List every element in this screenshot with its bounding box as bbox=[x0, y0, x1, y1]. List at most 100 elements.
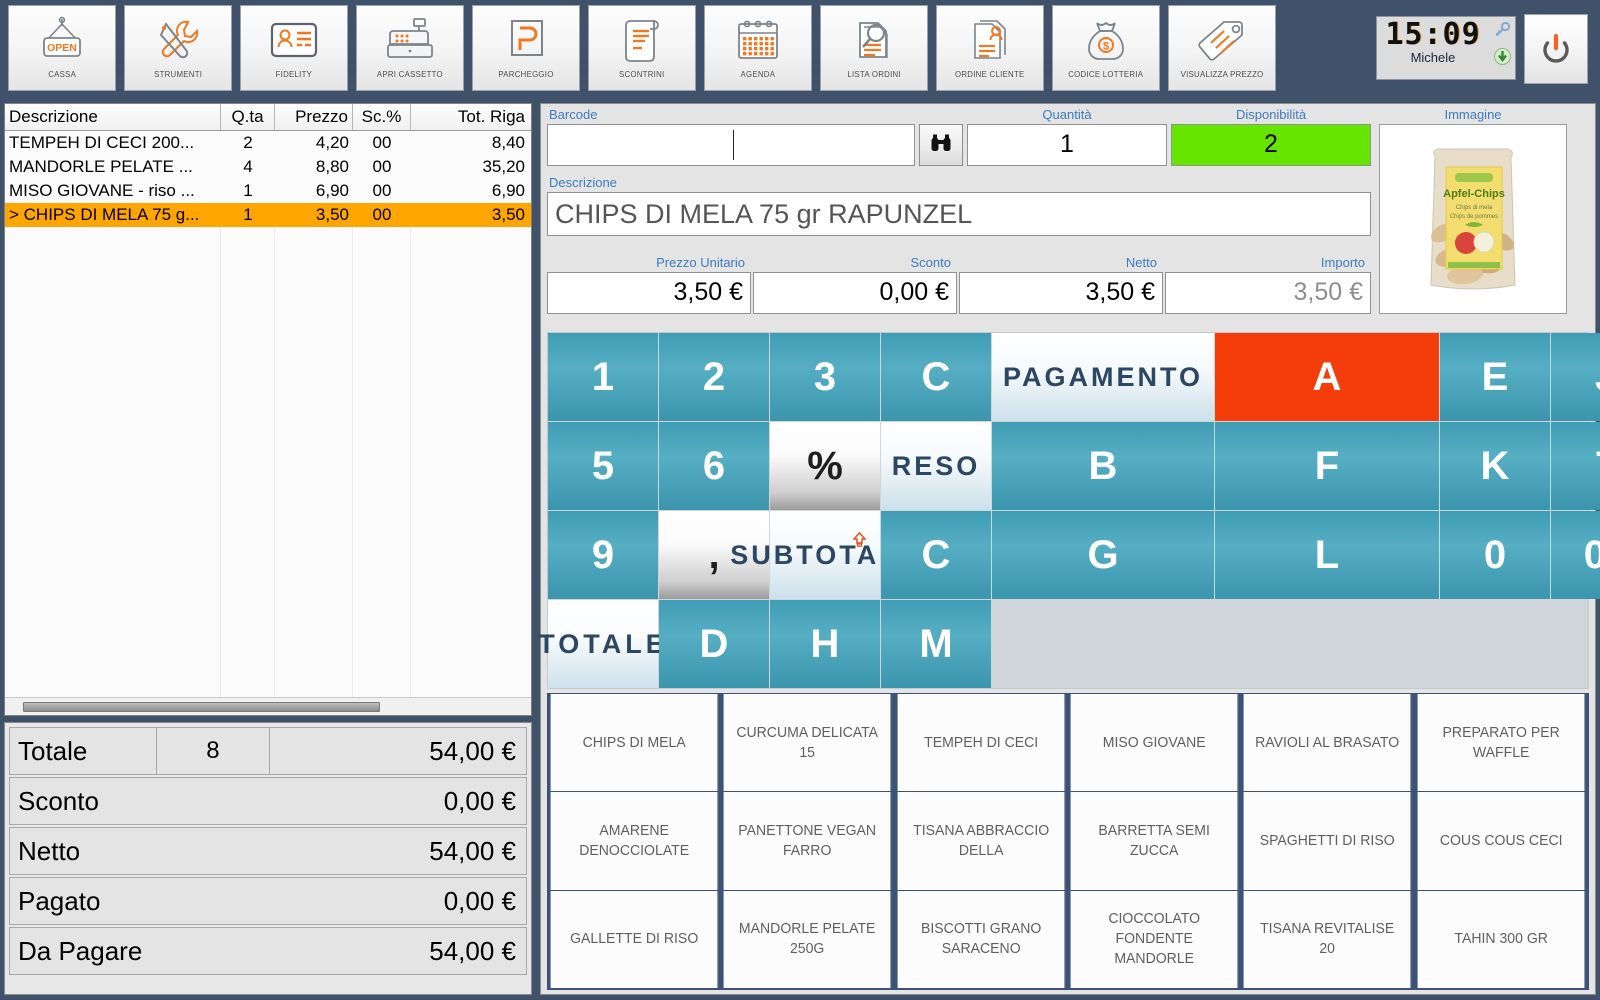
keypad-key-6[interactable]: 6 bbox=[659, 422, 769, 510]
keypad-key-label: 1 bbox=[591, 354, 615, 399]
quick-product-button[interactable]: CURCUMA DELICATA 15 bbox=[723, 694, 893, 793]
toolbar-button-fidelity[interactable]: FIDELITY bbox=[240, 5, 348, 91]
numeric-keypad: 123CPAGAMENTOAEJ456%RESOBFK789,SUBTOTALE… bbox=[538, 332, 1600, 689]
quick-product-button[interactable]: MANDORLE PELATE 250G bbox=[723, 890, 893, 989]
quick-product-button[interactable]: TEMPEH DI CECI bbox=[897, 694, 1066, 793]
keypad-key-h[interactable]: H bbox=[770, 600, 880, 688]
keypad-key-d[interactable]: D bbox=[659, 600, 769, 688]
totals-row-pagato: Pagato 0,00 € bbox=[9, 877, 527, 925]
quick-product-button[interactable]: AMARENE DENOCCIOLATE bbox=[550, 792, 719, 891]
row-totale: 6,90 bbox=[491, 181, 525, 200]
disponibilita-value: 2 bbox=[1171, 124, 1371, 166]
quantita-input[interactable]: 1 bbox=[967, 124, 1167, 166]
keypad-key-g[interactable]: G bbox=[992, 511, 1214, 599]
table-row[interactable]: MANDORLE PELATE ... 4 8,80 00 35,20 bbox=[5, 155, 531, 179]
search-button[interactable] bbox=[919, 124, 963, 166]
table-row[interactable]: > CHIPS DI MELA 75 g... 1 3,50 00 3,50 bbox=[5, 203, 531, 227]
row-totale: 8,40 bbox=[491, 133, 525, 152]
keypad-key-00[interactable]: 00 bbox=[1551, 511, 1600, 599]
descrizione-input[interactable]: CHIPS DI MELA 75 gr RAPUNZEL bbox=[547, 192, 1371, 236]
totals-row-netto: Netto 54,00 € bbox=[9, 827, 527, 875]
receipt-horizontal-scrollbar[interactable] bbox=[5, 697, 531, 715]
keypad-key-7[interactable]: 7 bbox=[1551, 422, 1600, 510]
quick-product-button[interactable]: CIOCCOLATO FONDENTE MANDORLE bbox=[1070, 890, 1239, 989]
keypad-key-l[interactable]: L bbox=[1215, 511, 1439, 599]
toolbar-button-visualizza-prezzo[interactable]: VISUALIZZA PREZZO bbox=[1168, 5, 1276, 91]
quick-product-button[interactable]: PANETTONE VEGAN FARRO bbox=[723, 792, 893, 891]
keypad-key-k[interactable]: K bbox=[1440, 422, 1550, 510]
toolbar-button-strumenti[interactable]: STRUMENTI bbox=[124, 5, 232, 91]
keypad-key-reso[interactable]: RESO bbox=[881, 422, 991, 510]
totals-value: 54,00 € bbox=[429, 736, 516, 766]
quick-product-button[interactable]: PREPARATO PER WAFFLE bbox=[1417, 694, 1586, 793]
keypad-key-totale[interactable]: TOTALE bbox=[538, 600, 664, 688]
quick-product-button[interactable]: TISANA REVITALISE 20 bbox=[1243, 890, 1413, 989]
quick-product-label: BISCOTTI GRANO SARACENO bbox=[920, 921, 1042, 958]
keypad-key-0[interactable]: 0 bbox=[1440, 511, 1550, 599]
keypad-key-c[interactable]: C bbox=[881, 511, 991, 599]
keypad-key-label: PAGAMENTO bbox=[1002, 361, 1203, 392]
toolbar-button-codice-lotteria[interactable]: $ CODICE LOTTERIA bbox=[1052, 5, 1160, 91]
keypad-key-label: 6 bbox=[702, 443, 726, 488]
keypad-key-f[interactable]: F bbox=[1215, 422, 1439, 510]
disponibilita-label: Disponibilità bbox=[1235, 107, 1307, 122]
row-quantita: 4 bbox=[243, 157, 253, 176]
toolbar-button-scontrini[interactable]: SCONTRINI bbox=[588, 5, 696, 91]
keypad-key-2[interactable]: 2 bbox=[659, 333, 769, 421]
totals-label: Totale bbox=[18, 736, 88, 766]
row-totale: 35,20 bbox=[482, 157, 525, 176]
toolbar-button-parcheggio[interactable]: PARCHEGGIO bbox=[472, 5, 580, 91]
keypad-key-c[interactable]: C bbox=[881, 333, 991, 421]
quick-product-button[interactable]: BARRETTA SEMI ZUCCA bbox=[1070, 792, 1239, 891]
table-row[interactable]: TEMPEH DI CECI 200... 2 4,20 00 8,40 bbox=[5, 131, 531, 155]
quick-product-button[interactable]: CHIPS DI MELA bbox=[550, 694, 719, 793]
clock-widget: 15:09 Michele bbox=[1376, 16, 1516, 80]
table-row[interactable]: MISO GIOVANE - riso ... 1 6,90 00 6,90 bbox=[5, 179, 531, 203]
netto-input[interactable]: 3,50 € bbox=[959, 272, 1163, 314]
totals-value: 0,00 € bbox=[443, 886, 516, 916]
keypad-key-label: RESO bbox=[891, 450, 981, 481]
keypad-key-label: 7 bbox=[1595, 444, 1600, 489]
barcode-input[interactable] bbox=[547, 124, 915, 166]
scrollbar-thumb[interactable] bbox=[23, 702, 380, 712]
keypad-key-m[interactable]: M bbox=[881, 600, 991, 688]
toolbar-button-cassa[interactable]: OPEN CASSA bbox=[8, 5, 116, 91]
keypad-key-5[interactable]: 5 bbox=[548, 422, 658, 510]
keypad-key-1[interactable]: 1 bbox=[548, 333, 658, 421]
toolbar-button-ordine-cliente[interactable]: ORDINE CLIENTE bbox=[936, 5, 1044, 91]
importo-label: Importo bbox=[1320, 255, 1365, 270]
quick-product-button[interactable]: MISO GIOVANE bbox=[1070, 694, 1239, 793]
quantita-label: Quantità bbox=[1042, 107, 1092, 122]
keypad-key-3[interactable]: 3 bbox=[770, 333, 880, 421]
toolbar-button-agenda[interactable]: AGENDA bbox=[704, 5, 812, 91]
totals-label: Sconto bbox=[18, 786, 99, 816]
keypad-key-b[interactable]: B bbox=[992, 422, 1214, 510]
keypad-key-j[interactable]: J bbox=[1551, 333, 1600, 421]
power-button[interactable] bbox=[1524, 14, 1588, 84]
quick-product-button[interactable]: GALLETTE DI RISO bbox=[550, 890, 719, 989]
prezzo-unitario-input[interactable]: 3,50 € bbox=[547, 272, 751, 314]
toolbar-button-lista-ordini[interactable]: LISTA ORDINI bbox=[820, 5, 928, 91]
green-down-arrow-icon[interactable] bbox=[1493, 48, 1511, 70]
keypad-key-pagamento[interactable]: PAGAMENTO bbox=[992, 333, 1214, 421]
receipt-items-grid[interactable]: Descrizione Q.ta Prezzo Sc.% Tot. Riga T… bbox=[4, 103, 532, 716]
keypad-key-label: E bbox=[1481, 354, 1509, 399]
keypad-key-a[interactable]: A bbox=[1215, 333, 1439, 421]
quick-product-button[interactable]: COUS COUS CECI bbox=[1417, 792, 1586, 891]
quick-product-button[interactable]: SPAGHETTI DI RISO bbox=[1243, 792, 1413, 891]
sconto-input[interactable]: 0,00 € bbox=[753, 272, 957, 314]
keypad-key-[interactable]: % bbox=[770, 422, 880, 510]
row-descrizione: MISO GIOVANE - riso ... bbox=[9, 181, 195, 200]
keypad-key-9[interactable]: 9 bbox=[548, 511, 658, 599]
keypad-key-subtotale[interactable]: SUBTOTALE bbox=[730, 511, 917, 599]
quick-product-button[interactable]: RAVIOLI AL BRASATO bbox=[1243, 694, 1413, 793]
calendar-icon bbox=[732, 13, 784, 67]
toolbar-button-apri-cassetto[interactable]: APRI CASSETTO bbox=[356, 5, 464, 91]
importo-value: 3,50 € bbox=[1165, 272, 1371, 314]
quick-product-button[interactable]: TAHIN 300 GR bbox=[1417, 890, 1586, 989]
keypad-key-label: % bbox=[807, 443, 843, 488]
keypad-key-e[interactable]: E bbox=[1440, 333, 1550, 421]
key-icon[interactable] bbox=[1493, 21, 1511, 44]
quick-product-button[interactable]: TISANA ABBRACCIO DELLA bbox=[897, 792, 1066, 891]
quick-product-button[interactable]: BISCOTTI GRANO SARACENO bbox=[897, 890, 1066, 989]
